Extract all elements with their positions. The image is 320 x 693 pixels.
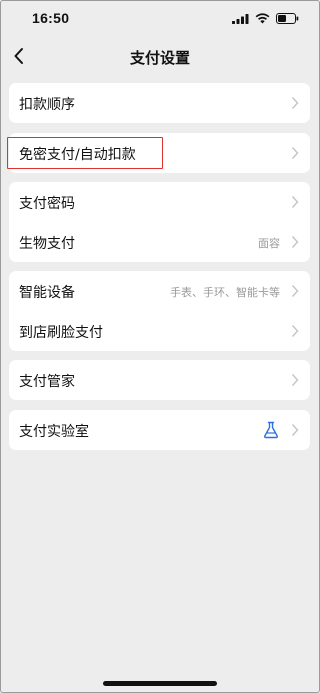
status-bar: 16:50	[0, 0, 320, 40]
settings-row-smart-devices[interactable]: 智能设备 手表、手环、智能卡等	[9, 271, 310, 311]
cellular-signal-icon	[232, 14, 249, 24]
settings-card-deduction-order: 扣款顺序	[9, 83, 310, 123]
home-indicator[interactable]	[103, 681, 217, 686]
settings-row-deduction-order[interactable]: 扣款顺序	[9, 83, 310, 123]
row-label: 生物支付	[19, 236, 75, 252]
settings-card-security: 支付密码 生物支付 面容	[9, 182, 310, 262]
status-time: 16:50	[32, 10, 70, 26]
row-label: 支付管家	[19, 374, 75, 390]
row-label: 到店刷脸支付	[19, 325, 103, 341]
settings-card-payment-lab: 支付实验室	[9, 410, 310, 450]
chevron-right-icon	[291, 374, 299, 386]
chevron-right-icon	[291, 424, 299, 436]
settings-card-payment-manager: 支付管家	[9, 360, 310, 400]
chevron-right-icon	[291, 147, 299, 159]
row-value: 面容	[258, 237, 280, 250]
settings-card-devices: 智能设备 手表、手环、智能卡等 到店刷脸支付	[9, 271, 310, 351]
chevron-right-icon	[291, 325, 299, 337]
page-title: 支付设置	[129, 49, 190, 67]
row-value: 手表、手环、智能卡等	[170, 286, 280, 299]
row-label: 智能设备	[19, 285, 75, 301]
chevron-right-icon	[291, 196, 299, 208]
navigation-bar: 支付设置	[0, 40, 320, 74]
settings-row-payment-password[interactable]: 支付密码	[9, 182, 310, 222]
settings-row-face-pay-in-store[interactable]: 到店刷脸支付	[9, 311, 310, 351]
settings-row-biometric-payment[interactable]: 生物支付 面容	[9, 222, 310, 262]
settings-row-payment-lab[interactable]: 支付实验室	[9, 410, 310, 450]
highlight-box	[7, 137, 163, 169]
row-label: 支付实验室	[19, 424, 89, 440]
wifi-icon	[255, 13, 270, 24]
chevron-right-icon	[291, 97, 299, 109]
chevron-right-icon	[291, 285, 299, 297]
row-label: 扣款顺序	[19, 97, 75, 113]
row-label: 支付密码	[19, 196, 75, 212]
chevron-right-icon	[291, 236, 299, 248]
flask-icon	[263, 421, 279, 439]
settings-row-payment-manager[interactable]: 支付管家	[9, 360, 310, 400]
battery-icon	[276, 13, 299, 24]
